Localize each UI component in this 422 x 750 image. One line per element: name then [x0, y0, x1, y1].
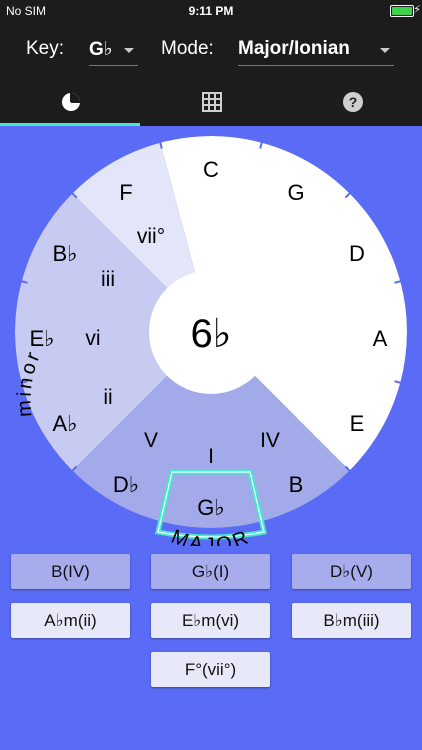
numeral-vi: vi — [85, 327, 100, 350]
numeral-v: V — [144, 429, 158, 452]
tab-wheel[interactable] — [0, 80, 140, 126]
mode-label: Mode: — [161, 38, 214, 59]
chord-button-abm-ii[interactable]: A♭m(ii) — [11, 603, 130, 638]
chord-button-bbm-iii[interactable]: B♭m(iii) — [292, 603, 411, 638]
clock: 9:11 PM — [188, 4, 234, 18]
chord-button-b-iv[interactable]: B(IV) — [11, 554, 130, 589]
tab-bar: ? — [0, 80, 422, 126]
status-bar: No SIM 9:11 PM ⚡ — [0, 0, 422, 22]
key-select[interactable]: G♭ — [89, 34, 138, 66]
mode-value: Major/Ionian — [238, 38, 350, 59]
key-signature-label: 6♭ — [190, 312, 231, 356]
battery-icon — [390, 5, 414, 17]
svg-text:?: ? — [349, 94, 358, 110]
numeral-ii: ii — [103, 386, 112, 409]
key-value: G♭ — [89, 39, 113, 60]
header: Key: G♭ Mode: Major/Ionian — [0, 22, 422, 80]
circle-of-fifths-wheel: 6♭ MAJOR minor C G D A E B G♭ D♭ A♭ E♭ B… — [13, 134, 409, 546]
key-label-e[interactable]: E — [350, 411, 365, 436]
numeral-iv: IV — [260, 429, 280, 452]
numeral-iii: iii — [101, 268, 115, 291]
key-label-ab[interactable]: A♭ — [52, 411, 77, 436]
key-label-db[interactable]: D♭ — [113, 472, 139, 497]
key-label-bb[interactable]: B♭ — [52, 241, 77, 266]
pie-chart-icon — [62, 93, 80, 111]
key-label-gb[interactable]: G♭ — [197, 495, 225, 520]
key-label-eb[interactable]: E♭ — [29, 326, 54, 351]
numeral-vii: vii° — [137, 225, 165, 248]
chord-button-ebm-vi[interactable]: E♭m(vi) — [151, 603, 270, 638]
key-label-f[interactable]: F — [119, 180, 132, 205]
charging-icon: ⚡ — [413, 4, 421, 16]
key-label-d[interactable]: D — [349, 241, 365, 266]
numeral-i: I — [208, 445, 214, 468]
key-label: Key: — [26, 38, 65, 59]
grid-icon — [202, 92, 222, 112]
key-label-c[interactable]: C — [203, 157, 219, 182]
chord-button-f-dim-vii[interactable]: F°(vii°) — [151, 652, 270, 687]
chord-button-gb-i[interactable]: G♭(I) — [151, 554, 270, 589]
help-icon: ? — [343, 92, 363, 112]
key-label-b[interactable]: B — [289, 472, 304, 497]
tab-grid[interactable] — [141, 80, 281, 126]
chord-button-db-v[interactable]: D♭(V) — [292, 554, 411, 589]
chevron-down-icon — [380, 48, 390, 53]
chevron-down-icon — [124, 48, 134, 53]
tab-help[interactable]: ? — [282, 80, 422, 126]
mode-select[interactable]: Major/Ionian — [238, 34, 394, 66]
key-label-a[interactable]: A — [373, 326, 388, 351]
key-label-g[interactable]: G — [287, 180, 304, 205]
